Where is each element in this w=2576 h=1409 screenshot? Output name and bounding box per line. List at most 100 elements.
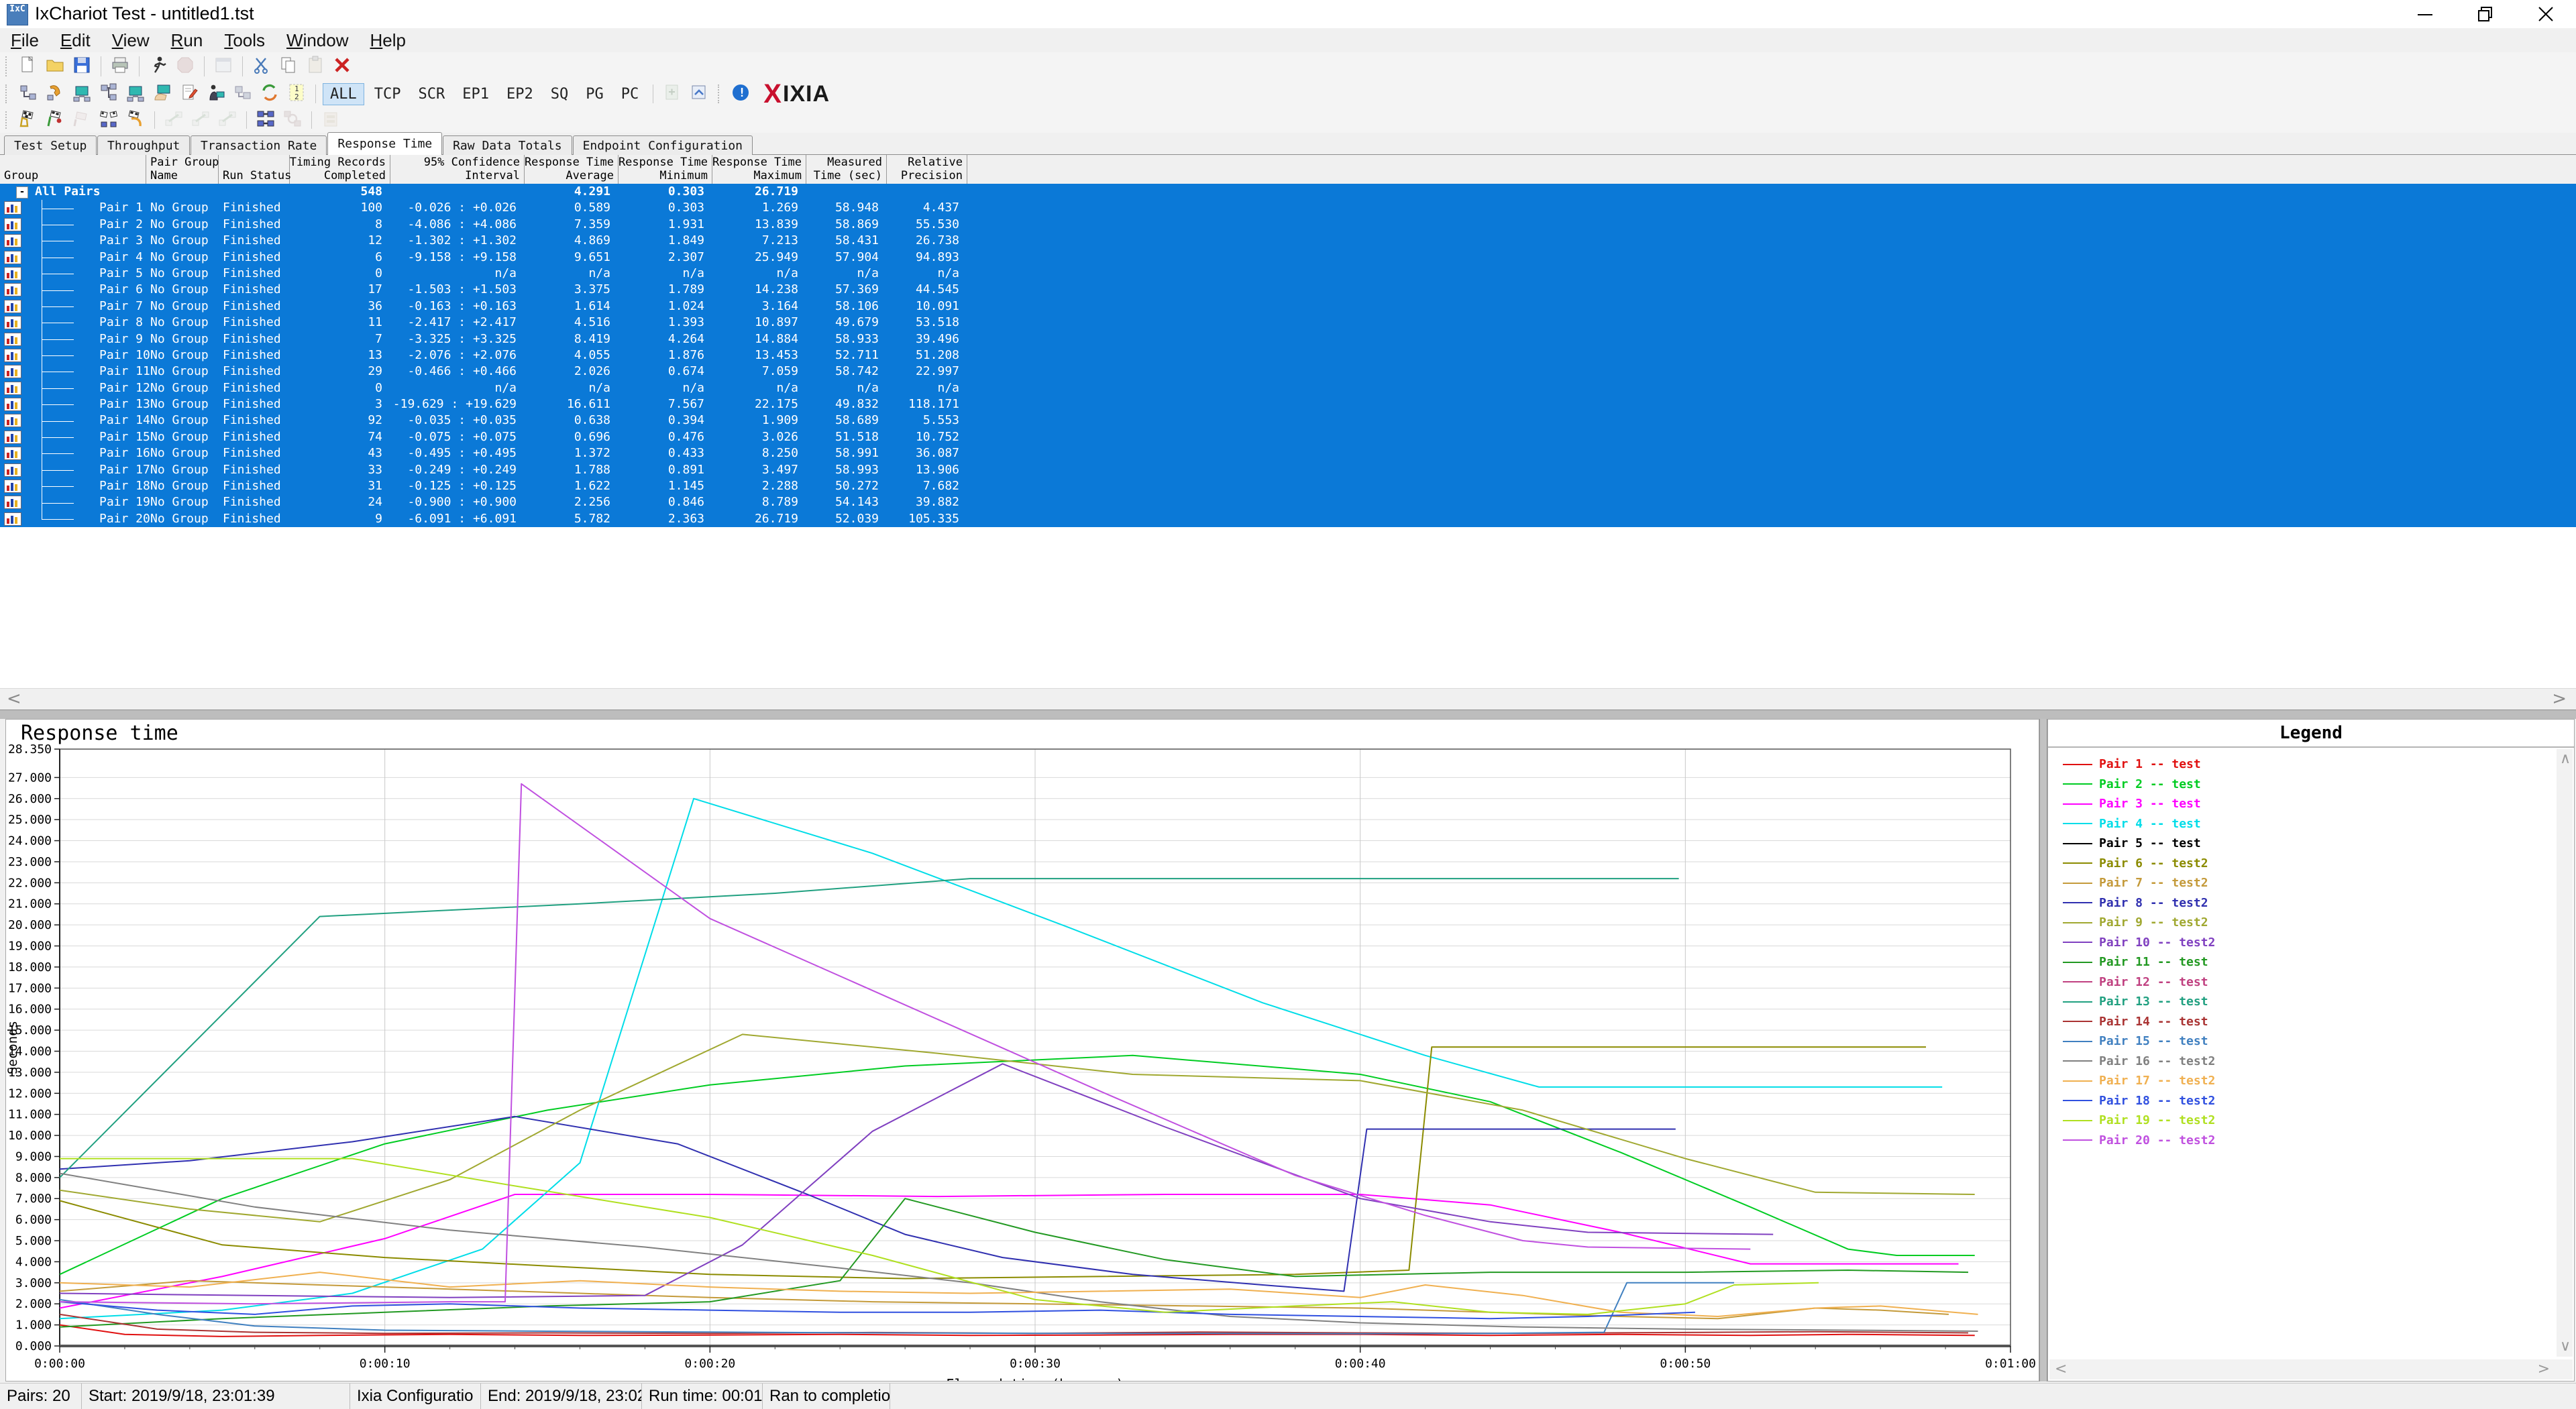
swap-endpoints-button[interactable] (257, 82, 282, 105)
legend-item-pair-12[interactable]: Pair 12 -- test (2063, 972, 2555, 993)
toolbar-grip[interactable] (5, 84, 11, 103)
collapse-groups-button[interactable] (686, 82, 712, 105)
column-header-average[interactable]: Response Time Average (525, 155, 619, 184)
legend-item-pair-19[interactable]: Pair 19 -- test2 (2063, 1111, 2555, 1131)
new-voip-pair-button[interactable] (42, 82, 68, 105)
legend-item-pair-7[interactable]: Pair 7 -- test2 (2063, 873, 2555, 893)
column-header-minimum[interactable]: Response Time Minimum (619, 155, 712, 184)
open-file-button[interactable] (42, 55, 68, 78)
new-hardware-performance-pair-button[interactable] (150, 82, 175, 105)
column-header-time-sec-[interactable]: Measured Time (sec) (806, 155, 887, 184)
table-row-pair-5[interactable]: Pair 5No GroupFinished0n/an/an/an/an/an/… (0, 266, 2576, 282)
legend-item-pair-4[interactable]: Pair 4 -- test (2063, 814, 2555, 834)
legend-item-pair-11[interactable]: Pair 11 -- test (2063, 952, 2555, 972)
menu-run[interactable]: Run (160, 30, 214, 51)
table-row-pair-10[interactable]: Pair 10No GroupFinished13-2.076 : +2.076… (0, 347, 2576, 363)
menu-edit[interactable]: Edit (50, 30, 101, 51)
new-multicast-group-button[interactable] (96, 82, 121, 105)
table-row-pair-14[interactable]: Pair 14No GroupFinished92-0.035 : +0.035… (0, 412, 2576, 429)
change-line-number-button[interactable]: 12 (284, 82, 309, 105)
legend-item-pair-15[interactable]: Pair 15 -- test (2063, 1031, 2555, 1052)
merge-results-button[interactable] (96, 109, 121, 131)
print-button[interactable] (107, 55, 133, 78)
scroll-left-icon[interactable]: < (2055, 1361, 2067, 1378)
tab-throughput[interactable]: Throughput (97, 135, 190, 155)
legend-item-pair-18[interactable]: Pair 18 -- test2 (2063, 1091, 2555, 1111)
legend-list[interactable]: Pair 1 -- testPair 2 -- testPair 3 -- te… (2048, 748, 2555, 1357)
legend-item-pair-10[interactable]: Pair 10 -- test2 (2063, 933, 2555, 953)
table-row-pair-4[interactable]: Pair 4No GroupFinished6-9.158 : +9.1589.… (0, 249, 2576, 266)
tab-transaction-rate[interactable]: Transaction Rate (191, 135, 327, 155)
filter-ep1-button[interactable]: EP1 (455, 83, 496, 105)
run-test-button[interactable] (146, 55, 171, 78)
tab-endpoint-configuration[interactable]: Endpoint Configuration (573, 135, 753, 155)
toolbar-grip[interactable] (718, 84, 723, 103)
table-row-pair-8[interactable]: Pair 8No GroupFinished11-2.417 : +2.4174… (0, 315, 2576, 331)
cut-button[interactable] (249, 55, 274, 78)
tab-response-time[interactable]: Response Time (327, 132, 442, 155)
vertical-splitter[interactable] (2039, 719, 2047, 1382)
filter-sq-button[interactable]: SQ (543, 83, 576, 105)
tab-test-setup[interactable]: Test Setup (4, 135, 97, 155)
column-header-run-status[interactable]: Run Status (219, 155, 290, 184)
legend-item-pair-16[interactable]: Pair 16 -- test2 (2063, 1052, 2555, 1072)
scroll-right-icon[interactable]: > (2552, 689, 2567, 709)
column-header-name[interactable]: Pair Group Name (146, 155, 219, 184)
toolbar-grip[interactable] (5, 111, 11, 129)
restore-button[interactable] (2455, 0, 2516, 28)
toolbar-grip[interactable] (5, 56, 11, 76)
compare-results-button[interactable] (42, 109, 68, 131)
link-pairs-button[interactable] (253, 109, 278, 131)
new-run-wizard-button[interactable] (15, 109, 41, 131)
filter-ep2-button[interactable]: EP2 (499, 83, 541, 105)
table-row-pair-19[interactable]: Pair 19No GroupFinished24-0.900 : +0.900… (0, 494, 2576, 510)
column-header-group[interactable]: Group (0, 155, 146, 184)
column-header-interval[interactable]: 95% Confidence Interval (390, 155, 525, 184)
legend-item-pair-13[interactable]: Pair 13 -- test (2063, 992, 2555, 1012)
menu-view[interactable]: View (101, 30, 160, 51)
table-row-pair-6[interactable]: Pair 6No GroupFinished17-1.503 : +1.5033… (0, 282, 2576, 298)
legend-vscrollbar[interactable]: ∧ ∨ (2557, 749, 2573, 1357)
legend-item-pair-17[interactable]: Pair 17 -- test2 (2063, 1071, 2555, 1091)
column-header-maximum[interactable]: Response Time Maximum (712, 155, 806, 184)
menu-window[interactable]: Window (276, 30, 359, 51)
table-row-pair-3[interactable]: Pair 3No GroupFinished12-1.302 : +1.3024… (0, 233, 2576, 249)
new-video-pair-button[interactable] (69, 82, 95, 105)
table-row-pair-15[interactable]: Pair 15No GroupFinished74-0.075 : +0.075… (0, 429, 2576, 445)
minimize-button[interactable] (2395, 0, 2455, 28)
column-header-precision[interactable]: Relative Precision (887, 155, 967, 184)
legend-item-pair-2[interactable]: Pair 2 -- test (2063, 775, 2555, 795)
legend-item-pair-8[interactable]: Pair 8 -- test2 (2063, 893, 2555, 913)
menu-file[interactable]: File (0, 30, 50, 51)
about-ixchariot-button[interactable]: ! (728, 82, 753, 105)
copy-button[interactable] (276, 55, 301, 78)
new-file-button[interactable] (15, 55, 41, 78)
table-row-pair-2[interactable]: Pair 2No GroupFinished8-4.086 : +4.0867.… (0, 217, 2576, 233)
table-row-all-pairs[interactable]: -All Pairs5484.2910.30326.719 (0, 184, 2576, 200)
legend-item-pair-14[interactable]: Pair 14 -- test (2063, 1012, 2555, 1032)
table-row-pair-13[interactable]: Pair 13No GroupFinished3-19.629 : +19.62… (0, 396, 2576, 412)
filter-pg-button[interactable]: PG (578, 83, 611, 105)
scroll-right-icon[interactable]: > (2538, 1361, 2550, 1378)
legend-item-pair-9[interactable]: Pair 9 -- test2 (2063, 913, 2555, 933)
close-button[interactable] (2516, 0, 2576, 28)
application-scanner-button[interactable] (203, 82, 229, 105)
legend-item-pair-5[interactable]: Pair 5 -- test (2063, 834, 2555, 854)
replicate-pair-button[interactable] (230, 82, 256, 105)
table-row-pair-1[interactable]: Pair 1No GroupFinished100-0.026 : +0.026… (0, 200, 2576, 216)
table-row-pair-18[interactable]: Pair 18No GroupFinished31-0.125 : +0.125… (0, 478, 2576, 494)
menu-help[interactable]: Help (360, 30, 417, 51)
collapse-expander[interactable]: - (16, 186, 28, 199)
tab-raw-data-totals[interactable]: Raw Data Totals (443, 135, 572, 155)
table-row-pair-16[interactable]: Pair 16No GroupFinished43-0.495 : +0.495… (0, 445, 2576, 461)
new-endpoint-pair-button[interactable] (15, 82, 41, 105)
table-row-pair-17[interactable]: Pair 17No GroupFinished33-0.249 : +0.249… (0, 462, 2576, 478)
table-row-pair-9[interactable]: Pair 9No GroupFinished7-3.325 : +3.3258.… (0, 331, 2576, 347)
menu-tools[interactable]: Tools (213, 30, 276, 51)
legend-item-pair-1[interactable]: Pair 1 -- test (2063, 754, 2555, 775)
legend-item-pair-6[interactable]: Pair 6 -- test2 (2063, 854, 2555, 874)
scroll-up-icon[interactable]: ∧ (2560, 750, 2571, 768)
filter-scr-button[interactable]: SCR (411, 83, 453, 105)
table-row-pair-7[interactable]: Pair 7No GroupFinished36-0.163 : +0.1631… (0, 298, 2576, 315)
legend-hscrollbar[interactable]: < > (2049, 1359, 2573, 1379)
